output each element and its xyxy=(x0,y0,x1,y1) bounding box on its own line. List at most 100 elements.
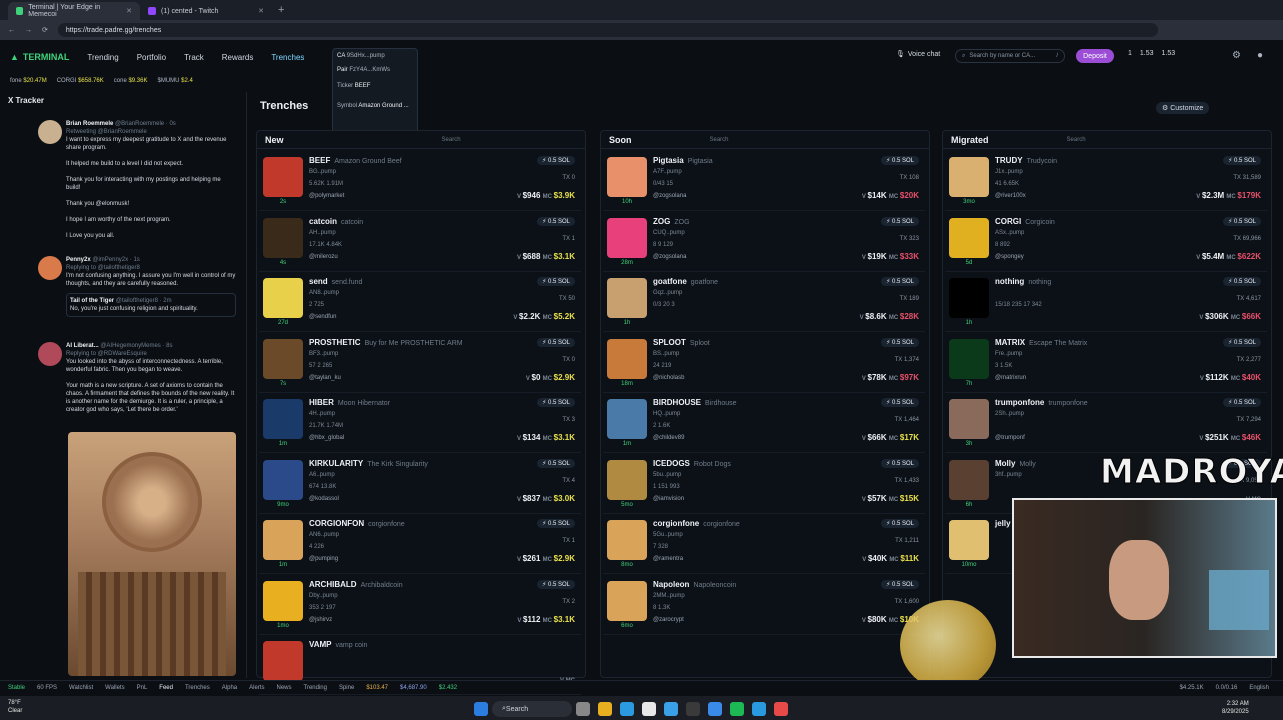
quick-buy-button[interactable]: ⚡ 0.5 SOL xyxy=(881,579,919,589)
token-symbol[interactable]: MATRIX Escape The Matrix xyxy=(995,338,1087,347)
tweet-media-image[interactable] xyxy=(68,432,236,676)
token-handle[interactable]: @kodassol xyxy=(309,496,339,502)
token-symbol[interactable]: corgionfone corgionfone xyxy=(653,519,740,528)
back-icon[interactable]: ← xyxy=(8,27,15,34)
token-image[interactable] xyxy=(263,399,303,439)
token-handle[interactable]: @hbx_global xyxy=(309,435,344,441)
quick-buy-button[interactable]: ⚡ 0.5 SOL xyxy=(881,216,919,226)
language-select[interactable]: English xyxy=(1249,685,1269,691)
bottom-alerts[interactable]: Alerts xyxy=(249,685,264,691)
quick-buy-button[interactable]: ⚡ 0.5 SOL xyxy=(537,519,575,528)
brand-logo[interactable]: ▲ TERMINAL xyxy=(10,52,69,62)
token-symbol[interactable]: catcoin catcoin xyxy=(309,217,363,226)
token-image[interactable] xyxy=(607,338,647,379)
store-icon[interactable] xyxy=(642,702,656,716)
quick-buy-button[interactable]: ⚡ 0.5 SOL xyxy=(1223,398,1261,407)
token-card[interactable]: 10h Pigtasia Pigtasia A7F..pump 0/43 15 @… xyxy=(603,153,925,211)
token-card[interactable]: 1mo ARCHIBALD Archibaldcoin Dby..pump 353… xyxy=(259,577,581,635)
quick-buy-button[interactable]: ⚡ 0.5 SOL xyxy=(1223,277,1261,286)
tweet-3[interactable]: AI Liberat... @AIHegemonyMemes · 8s Repl… xyxy=(66,342,236,414)
app-icon[interactable] xyxy=(708,702,722,716)
token-image[interactable] xyxy=(263,641,303,681)
nav-portfolio[interactable]: Portfolio xyxy=(137,53,166,62)
column-search[interactable]: Search xyxy=(442,137,461,143)
close-tab-icon[interactable]: ✕ xyxy=(126,7,132,15)
token-symbol[interactable]: ICEDOGS Robot Dogs xyxy=(653,459,731,468)
token-card[interactable]: 5mo ICEDOGS Robot Dogs 5bu..pump 1 151 99… xyxy=(603,456,925,514)
windows-start-icon[interactable] xyxy=(474,702,488,716)
nav-track[interactable]: Track xyxy=(184,53,204,62)
profile-icon[interactable]: ● xyxy=(1257,50,1263,61)
token-symbol[interactable]: trumponfone trumponfone xyxy=(995,398,1088,407)
token-card[interactable]: 1m BIRDHOUSE Birdhouse HQ..pump 2 1.6K @c… xyxy=(603,395,925,453)
token-image[interactable] xyxy=(607,520,647,560)
token-symbol[interactable]: PROSTHETIC Buy for Me PROSTHETIC ARM xyxy=(309,338,463,347)
avatar[interactable] xyxy=(38,256,62,280)
bottom-pnl[interactable]: PnL xyxy=(137,685,148,691)
token-image[interactable] xyxy=(949,157,989,197)
token-image[interactable] xyxy=(607,278,647,318)
token-handle[interactable]: @taylan_ku xyxy=(309,375,341,381)
token-card[interactable]: 4s catcoin catcoin AH..pump 17.1K 4.84K @… xyxy=(259,214,581,272)
token-image[interactable] xyxy=(949,338,989,379)
token-image[interactable] xyxy=(607,157,647,197)
token-handle[interactable]: @milerozu xyxy=(309,254,338,260)
nav-rewards[interactable]: Rewards xyxy=(222,53,254,62)
token-handle[interactable]: @matrixrun xyxy=(995,375,1026,381)
token-card[interactable]: 3h trumponfone trumponfone 2Sh..pump @tru… xyxy=(945,395,1267,453)
ticker-corgi[interactable]: CORGI $658.76K xyxy=(57,78,104,84)
token-card[interactable]: 18m SPLOOT Sploot BS..pump 24 219 @nichol… xyxy=(603,335,925,393)
token-card[interactable]: 1h nothing nothing 15/18 235 17 342 ⚡ 0.5… xyxy=(945,274,1267,332)
browser-tab-twitch[interactable]: (1) cented - Twitch ✕ xyxy=(140,2,272,20)
quick-buy-button[interactable]: ⚡ 0.5 SOL xyxy=(881,398,919,407)
token-symbol[interactable]: nothing nothing xyxy=(995,277,1051,286)
token-symbol[interactable]: SPLOOT Sploot xyxy=(653,338,710,347)
token-image[interactable] xyxy=(949,278,989,318)
token-image[interactable] xyxy=(949,399,989,439)
token-handle[interactable]: @nicholasb xyxy=(653,375,684,381)
token-handle[interactable]: @sendfun xyxy=(309,314,336,320)
quick-buy-button[interactable]: ⚡ 0.5 SOL xyxy=(537,216,575,226)
bottom-spine[interactable]: Spine xyxy=(339,685,354,691)
token-image[interactable] xyxy=(263,278,303,318)
token-search-input[interactable]: ⌕ Search by name or CA... / xyxy=(955,49,1065,63)
task-view-icon[interactable] xyxy=(576,702,590,716)
ticker-fone[interactable]: fone $20.47M xyxy=(10,78,47,84)
quick-buy-button[interactable]: ⚡ 0.5 SOL xyxy=(881,277,919,286)
token-symbol[interactable]: CORGIONFON corgionfone xyxy=(309,519,405,528)
token-handle[interactable]: @ramentra xyxy=(653,556,683,562)
token-image[interactable] xyxy=(607,217,647,258)
quick-buy-button[interactable]: ⚡ 0.5 SOL xyxy=(537,398,575,407)
token-image[interactable] xyxy=(263,217,303,258)
token-symbol[interactable]: BEEF Amazon Ground Beef xyxy=(309,156,402,165)
quoted-tweet[interactable]: Tail of the Tiger @tailofthetiger8 · 2m … xyxy=(66,293,236,317)
quick-buy-button[interactable]: ⚡ 0.5 SOL xyxy=(881,156,919,165)
token-card[interactable]: 1m HIBER Moon Hibernator 4H..pump 21.7K 1… xyxy=(259,395,581,453)
bottom-watchlist[interactable]: Watchlist xyxy=(69,685,93,691)
weather-widget[interactable]: 78°F Clear xyxy=(8,699,22,715)
quick-buy-button[interactable]: ⚡ 0.5 SOL xyxy=(1223,216,1261,226)
edge-browser-icon[interactable] xyxy=(620,702,634,716)
quick-buy-button[interactable]: ⚡ 0.5 SOL xyxy=(881,519,919,528)
xbox-icon[interactable] xyxy=(686,702,700,716)
token-image[interactable] xyxy=(607,580,647,621)
quick-buy-button[interactable]: ⚡ 0.5 SOL xyxy=(881,337,919,347)
token-image[interactable] xyxy=(263,580,303,621)
settings-gear-icon[interactable]: ⚙ xyxy=(1232,50,1241,61)
token-symbol[interactable]: Molly Molly xyxy=(995,459,1036,468)
quick-buy-button[interactable]: ⚡ 0.5 SOL xyxy=(537,458,575,468)
avatar[interactable] xyxy=(38,342,62,366)
token-handle[interactable]: @pumping xyxy=(309,556,338,562)
token-symbol[interactable]: VAMP vamp coin xyxy=(309,640,367,649)
token-handle[interactable]: @iamvision xyxy=(653,496,684,502)
tweet-2[interactable]: Penny2x @imPenny2x · 1s Replying to @tai… xyxy=(66,256,236,317)
voice-chat-button[interactable]: 🎙 Voice chat xyxy=(896,50,940,59)
url-field[interactable]: https://trade.padre.gg/trenches xyxy=(57,23,1158,37)
bottom-alpha[interactable]: Alpha xyxy=(222,685,237,691)
column-search[interactable]: Search xyxy=(710,137,729,143)
bottom-feed[interactable]: Feed xyxy=(159,685,173,691)
token-card[interactable]: 6mo Napoleon Napoleoncoin 2MM..pump 8 1.3… xyxy=(603,577,925,635)
quick-buy-button[interactable]: ⚡ 0.5 SOL xyxy=(537,337,575,347)
token-image[interactable] xyxy=(607,399,647,439)
reload-icon[interactable]: ⟳ xyxy=(42,26,48,34)
